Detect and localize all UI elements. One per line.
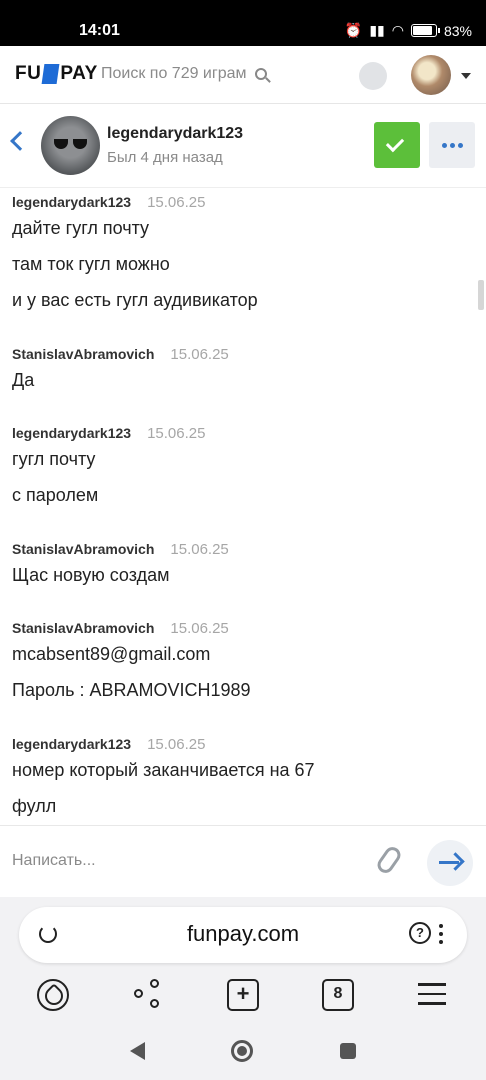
message-text: с паролем bbox=[12, 485, 99, 505]
funpay-logo[interactable]: FU PAY bbox=[15, 63, 98, 85]
system-nav-bar bbox=[0, 1015, 486, 1080]
kebab-menu-icon[interactable] bbox=[439, 924, 443, 948]
status-time: 14:01 bbox=[79, 22, 120, 39]
message-date: 15.06.25 bbox=[170, 541, 229, 558]
system-recents-icon[interactable] bbox=[340, 1043, 356, 1059]
browser-nav-row: + 8 bbox=[0, 979, 486, 1011]
search-placeholder: Поиск по 729 играм bbox=[101, 65, 247, 82]
peer-status: Был 4 дня назад bbox=[107, 149, 223, 166]
new-tab-icon[interactable]: + bbox=[227, 979, 259, 1011]
message-date: 15.06.25 bbox=[147, 425, 206, 442]
message-text: Пароль : ABRAMOVICH1989 bbox=[12, 680, 251, 700]
signal-icon: ▮▮ bbox=[369, 22, 385, 38]
search-icon[interactable] bbox=[254, 68, 267, 80]
ai-assistant-icon[interactable]: ? bbox=[409, 922, 431, 944]
confirm-order-button[interactable] bbox=[374, 122, 420, 168]
more-dots-icon bbox=[441, 142, 447, 148]
url-text[interactable]: funpay.com bbox=[19, 921, 467, 947]
wifi-icon: ◠ bbox=[391, 22, 404, 38]
message-input[interactable]: Написать... bbox=[12, 852, 96, 870]
message-text: номер который заканчивается на 67 bbox=[12, 760, 315, 780]
message-group: StanislavAbramovich 15.06.25 Да bbox=[12, 346, 229, 402]
message-text: дайте гугл почту bbox=[12, 218, 150, 238]
message-author[interactable]: legendarydark123 bbox=[12, 736, 131, 752]
check-icon bbox=[385, 133, 405, 153]
search-input[interactable]: Поиск по 729 играм bbox=[101, 65, 267, 83]
message-group: legendarydark123 15.06.25 гугл почту с па… bbox=[12, 425, 205, 517]
message-author[interactable]: StanislavAbramovich bbox=[12, 541, 154, 557]
send-button[interactable] bbox=[427, 840, 473, 886]
message-text: mcabsent89@gmail.com bbox=[12, 644, 211, 664]
message-composer: Написать... bbox=[0, 825, 486, 897]
message-date: 15.06.25 bbox=[147, 194, 206, 211]
message-group: legendarydark123 15.06.25 номер который з… bbox=[12, 736, 315, 825]
alarm-icon: ⏰ bbox=[344, 22, 363, 38]
message-group: StanislavAbramovich 15.06.25 Щас новую со… bbox=[12, 541, 229, 597]
tab-switcher-button[interactable]: 8 bbox=[322, 979, 354, 1011]
message-text: и у вас есть гугл аудивикатор bbox=[12, 290, 258, 310]
peer-avatar[interactable] bbox=[41, 116, 100, 175]
message-text: гугл почту bbox=[12, 449, 96, 469]
scrollbar-thumb[interactable] bbox=[478, 280, 484, 310]
message-text: там ток гугл можно bbox=[12, 254, 170, 274]
battery-icon bbox=[410, 24, 440, 37]
system-back-icon[interactable] bbox=[130, 1042, 145, 1060]
message-author[interactable]: StanislavAbramovich bbox=[12, 346, 154, 362]
message-text: фулл bbox=[12, 796, 57, 816]
status-bar: 14:01 ⏰ ▮▮ ◠ 83% bbox=[0, 0, 486, 46]
system-home-icon[interactable] bbox=[231, 1040, 253, 1062]
message-text: Да bbox=[12, 370, 35, 390]
address-bar[interactable]: funpay.com ? bbox=[19, 907, 467, 963]
message-date: 15.06.25 bbox=[147, 736, 206, 753]
message-date: 15.06.25 bbox=[170, 620, 229, 637]
browser-toolbar: funpay.com ? + 8 bbox=[0, 897, 486, 1015]
message-group: legendarydark123 15.06.25 дайте гугл почт… bbox=[12, 194, 258, 322]
more-options-button[interactable] bbox=[429, 122, 475, 168]
message-date: 15.06.25 bbox=[170, 346, 229, 363]
message-list[interactable]: legendarydark123 15.06.25 дайте гугл почт… bbox=[0, 188, 486, 825]
message-group: StanislavAbramovich 15.06.25 mcabsent89@g… bbox=[12, 620, 251, 712]
message-author[interactable]: StanislavAbramovich bbox=[12, 620, 154, 636]
message-author[interactable]: legendarydark123 bbox=[12, 194, 131, 210]
message-author[interactable]: legendarydark123 bbox=[12, 425, 131, 441]
hamburger-menu-icon[interactable] bbox=[418, 983, 450, 1015]
chat-header: legendarydark123 Был 4 дня назад bbox=[0, 104, 486, 188]
back-arrow-icon[interactable] bbox=[10, 131, 30, 151]
message-text: Щас новую создам bbox=[12, 565, 170, 585]
browser-home-icon[interactable] bbox=[37, 979, 69, 1011]
chevron-down-icon[interactable] bbox=[461, 73, 471, 79]
paperclip-icon[interactable] bbox=[374, 843, 404, 877]
share-icon[interactable] bbox=[132, 979, 164, 1011]
status-icons: ⏰ ▮▮ ◠ 83% bbox=[345, 22, 472, 39]
battery-percent: 83% bbox=[443, 22, 472, 39]
notification-icon[interactable] bbox=[359, 62, 387, 90]
site-header: FU PAY Поиск по 729 играм bbox=[0, 46, 486, 104]
peer-name[interactable]: legendarydark123 bbox=[107, 125, 243, 143]
user-avatar[interactable] bbox=[411, 55, 451, 95]
